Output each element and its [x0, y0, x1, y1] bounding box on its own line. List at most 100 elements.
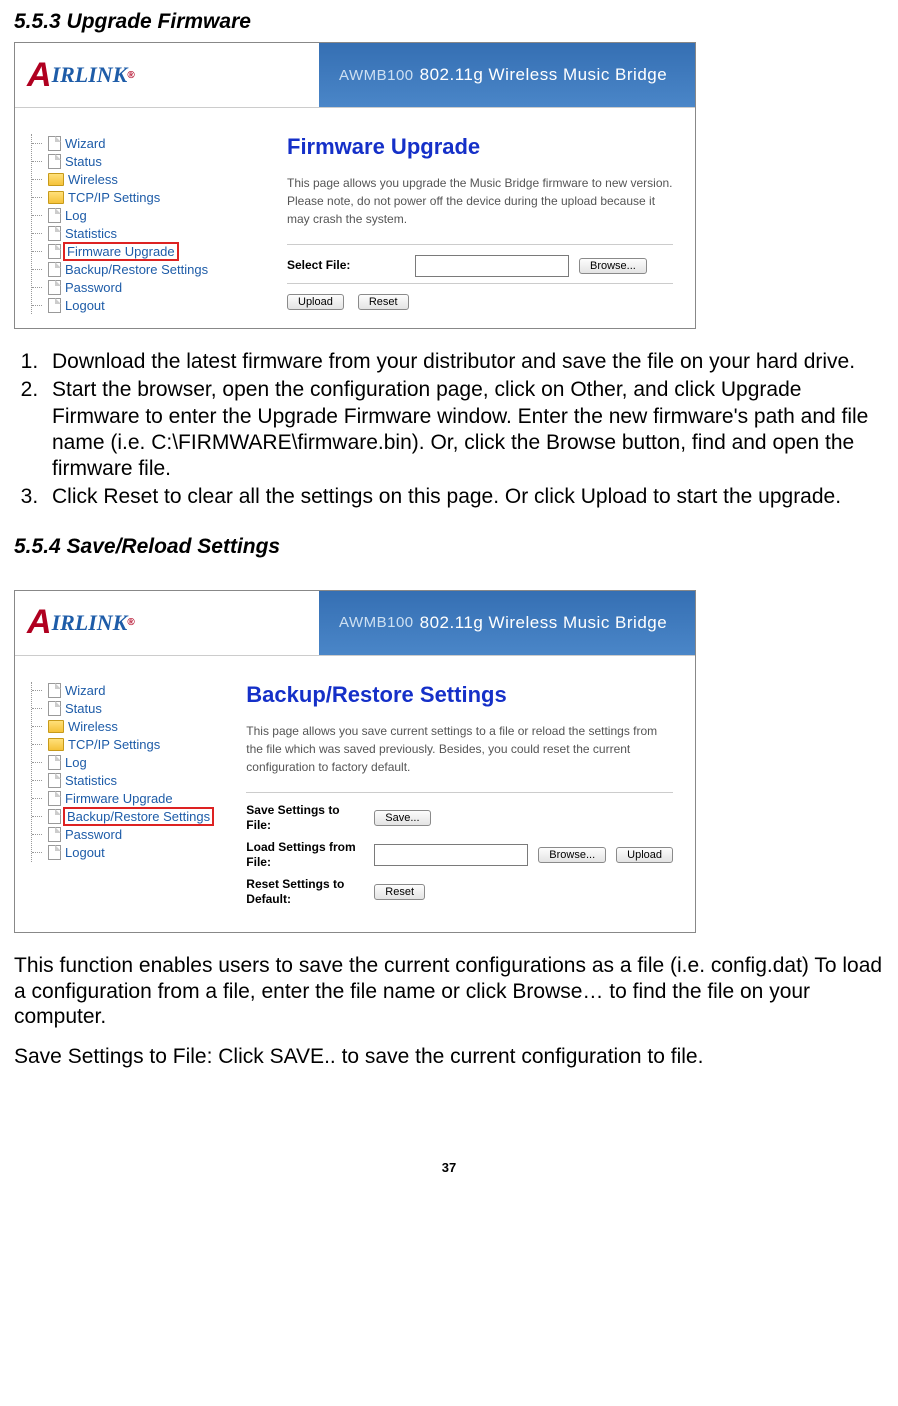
nav-item-label: Log [65, 755, 87, 770]
file-icon [48, 701, 61, 716]
nav-item-label: Backup/Restore Settings [65, 262, 208, 277]
load-file-input[interactable] [374, 844, 528, 866]
nav-item-label: Wireless [68, 719, 118, 734]
nav-item-log[interactable]: Log [32, 206, 265, 224]
upload-button[interactable]: Upload [287, 294, 344, 310]
save-settings-label: Save Settings to File: [246, 803, 364, 834]
banner: AWMB100 802.11g Wireless Music Bridge [319, 43, 695, 107]
nav-item-logout[interactable]: Logout [32, 296, 265, 314]
nav-item-label: Logout [65, 298, 105, 313]
folder-icon [48, 173, 64, 186]
banner-text: 802.11g Wireless Music Bridge [420, 613, 668, 633]
nav-item-label: Wizard [65, 683, 105, 698]
file-icon [48, 262, 61, 277]
screenshot-backup-restore: A IRLINK ® AWMB100 802.11g Wireless Musi… [14, 590, 696, 934]
banner: AWMB100 802.11g Wireless Music Bridge [319, 591, 695, 655]
page-description: This page allows you save current settin… [246, 722, 673, 776]
divider [287, 283, 673, 284]
file-path-input[interactable] [415, 255, 569, 277]
screenshot-header: A IRLINK ® AWMB100 802.11g Wireless Musi… [15, 591, 695, 656]
select-file-label: Select File: [287, 258, 405, 274]
nav-item-label: Password [65, 827, 122, 842]
nav-item-tcp-ip-settings[interactable]: TCP/IP Settings [32, 188, 265, 206]
nav-item-wireless[interactable]: Wireless [32, 718, 224, 736]
nav-item-password[interactable]: Password [32, 278, 265, 296]
nav-item-statistics[interactable]: Statistics [32, 224, 265, 242]
logo-text: IRLINK [52, 610, 128, 636]
page-description: This page allows you upgrade the Music B… [287, 174, 673, 228]
nav-item-label: Backup/Restore Settings [63, 807, 214, 826]
file-icon [48, 208, 61, 223]
file-icon [48, 827, 61, 842]
airlink-logo: A IRLINK ® [27, 56, 135, 95]
airlink-logo: A IRLINK ® [27, 603, 135, 642]
paragraph: This function enables users to save the … [14, 953, 884, 1030]
browse-button[interactable]: Browse... [579, 258, 647, 274]
logo-area: A IRLINK ® [15, 43, 319, 107]
nav-item-backup-restore-settings[interactable]: Backup/Restore Settings [32, 808, 224, 826]
nav-tree: WizardStatus Wireless TCP/IP Settings LogSt… [15, 108, 271, 328]
nav-item-label: Wireless [68, 172, 118, 187]
instruction-item: Download the latest firmware from your d… [44, 349, 884, 375]
content-panel: Backup/Restore Settings This page allows… [230, 656, 695, 933]
file-icon [48, 845, 61, 860]
instruction-item: Start the browser, open the configuratio… [44, 377, 884, 482]
screenshot-header: A IRLINK ® AWMB100 802.11g Wireless Musi… [15, 43, 695, 108]
screenshot-firmware-upgrade: A IRLINK ® AWMB100 802.11g Wireless Musi… [14, 42, 696, 329]
save-button[interactable]: Save... [374, 810, 430, 826]
logo-registered: ® [127, 617, 134, 628]
logo-registered: ® [127, 70, 134, 81]
nav-item-backup-restore-settings[interactable]: Backup/Restore Settings [32, 260, 265, 278]
file-icon [48, 244, 61, 259]
page-title: Backup/Restore Settings [246, 682, 673, 708]
file-icon [48, 773, 61, 788]
logo-letter-a: A [27, 56, 52, 95]
folder-icon [48, 738, 64, 751]
banner-model: AWMB100 [339, 614, 414, 631]
browse-button[interactable]: Browse... [538, 847, 606, 863]
nav-item-statistics[interactable]: Statistics [32, 772, 224, 790]
nav-item-label: Statistics [65, 773, 117, 788]
nav-item-label: Logout [65, 845, 105, 860]
file-icon [48, 791, 61, 806]
nav-item-firmware-upgrade[interactable]: Firmware Upgrade [32, 242, 265, 260]
nav-item-label: TCP/IP Settings [68, 190, 160, 205]
file-icon [48, 809, 61, 824]
nav-item-logout[interactable]: Logout [32, 844, 224, 862]
file-icon [48, 154, 61, 169]
nav-item-status[interactable]: Status [32, 152, 265, 170]
reset-button[interactable]: Reset [374, 884, 425, 900]
upload-button[interactable]: Upload [616, 847, 673, 863]
load-settings-label: Load Settings from File: [246, 840, 364, 871]
folder-icon [48, 720, 64, 733]
nav-item-label: Firmware Upgrade [63, 242, 179, 261]
logo-letter-a: A [27, 603, 52, 642]
nav-item-log[interactable]: Log [32, 754, 224, 772]
nav-item-wizard[interactable]: Wizard [32, 682, 224, 700]
divider [287, 244, 673, 245]
folder-icon [48, 191, 64, 204]
file-icon [48, 136, 61, 151]
page-title: Firmware Upgrade [287, 134, 673, 160]
banner-model: AWMB100 [339, 67, 414, 84]
file-icon [48, 226, 61, 241]
nav-item-status[interactable]: Status [32, 700, 224, 718]
nav-item-wizard[interactable]: Wizard [32, 134, 265, 152]
reset-settings-label: Reset Settings to Default: [246, 877, 364, 908]
instructions-list: Download the latest firmware from your d… [14, 349, 884, 511]
nav-item-wireless[interactable]: Wireless [32, 170, 265, 188]
page-number: 37 [14, 1160, 884, 1175]
reset-button[interactable]: Reset [358, 294, 409, 310]
section-heading-553: 5.5.3 Upgrade Firmware [14, 10, 884, 34]
instruction-item: Click Reset to clear all the settings on… [44, 484, 884, 510]
content-panel: Firmware Upgrade This page allows you up… [271, 108, 695, 328]
nav-item-password[interactable]: Password [32, 826, 224, 844]
file-icon [48, 298, 61, 313]
nav-item-label: Wizard [65, 136, 105, 151]
nav-tree: Wizard Status Wireless TCP/IP SettingsLog St… [15, 656, 230, 933]
nav-item-label: Password [65, 280, 122, 295]
nav-item-label: Log [65, 208, 87, 223]
nav-item-label: Status [65, 701, 102, 716]
nav-item-tcp-ip-settings[interactable]: TCP/IP Settings [32, 736, 224, 754]
nav-item-firmware-upgrade[interactable]: Firmware Upgrade [32, 790, 224, 808]
